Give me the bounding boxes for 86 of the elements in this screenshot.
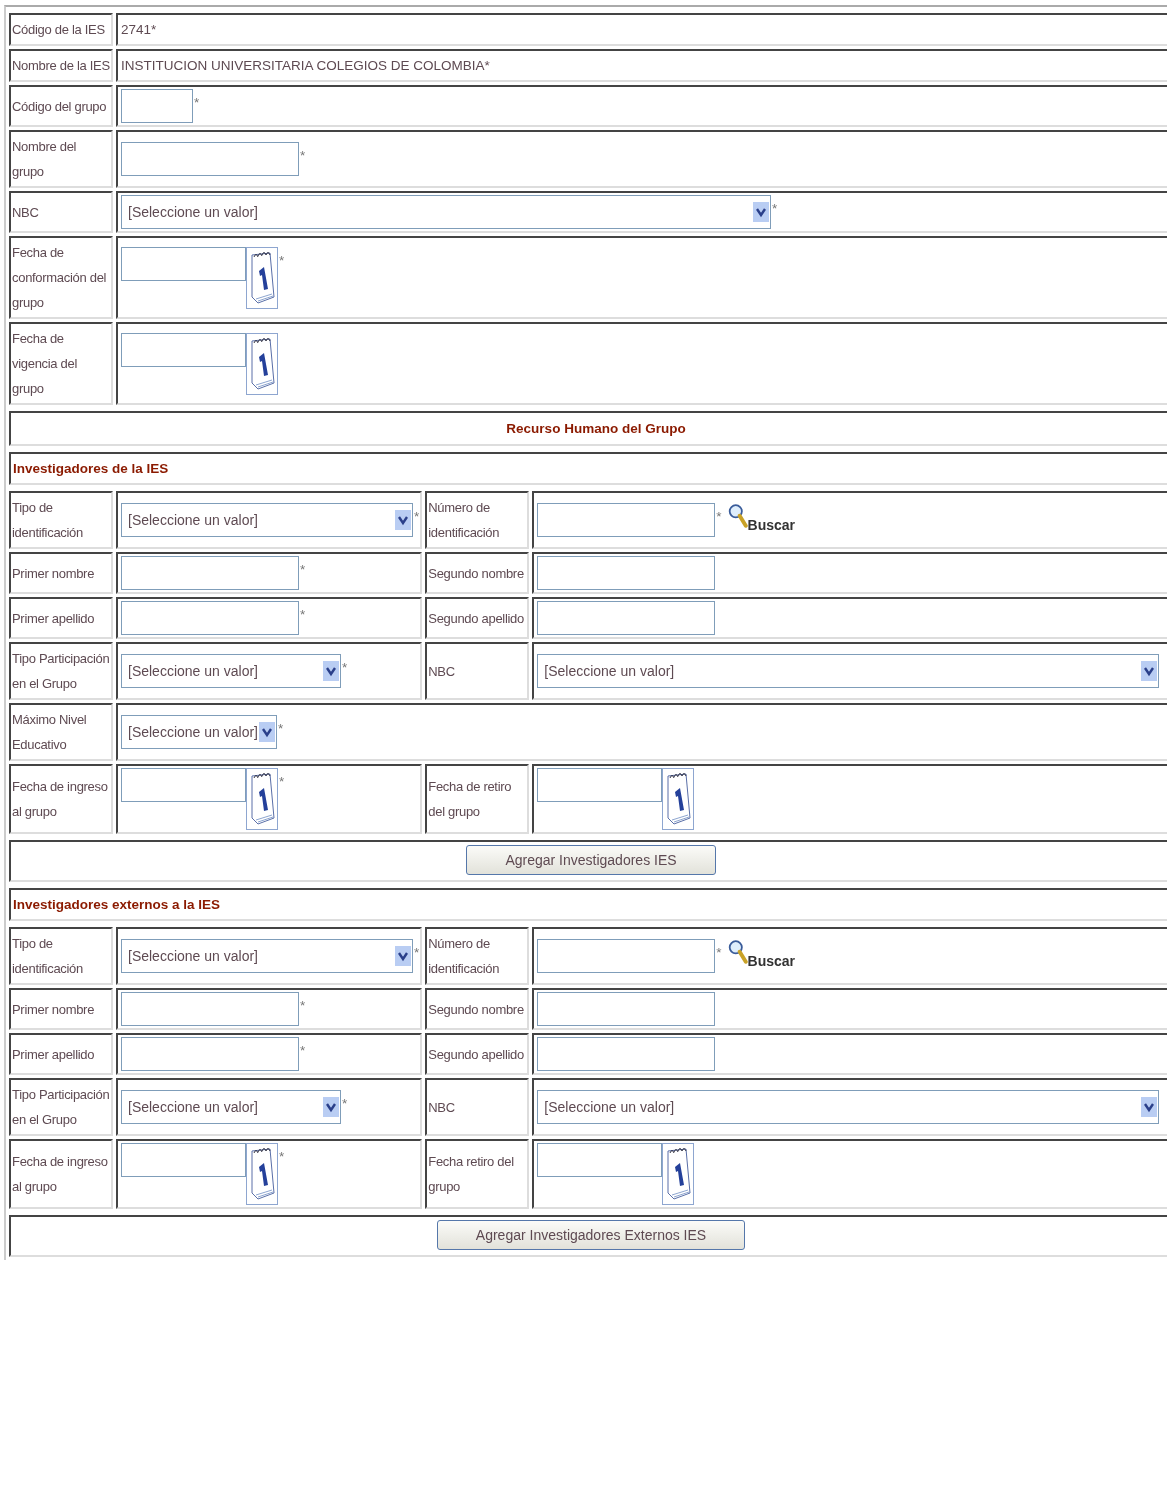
field-label: Fecha retiro del grupo [428,1153,515,1196]
field-label: Segundo apellido [428,1045,525,1064]
calendar-icon[interactable] [246,768,278,830]
required-mark: * [278,1148,285,1166]
field-label: NBC [12,203,40,222]
input-field[interactable] [121,556,299,590]
date-field[interactable] [121,332,246,367]
field-label: Primer nombre [12,1000,96,1019]
field-label: Código del grupo [12,97,108,116]
field-value: 2741* [121,21,157,39]
field-label: Tipo de identificación [12,499,84,542]
input-field[interactable] [121,89,193,123]
field-label: Máximo Nivel Educativo [12,711,88,754]
field-label: Tipo Participación en el Grupo [12,1086,110,1129]
select-field[interactable]: [Seleccione un valor] [121,503,413,537]
select-field[interactable]: [Seleccione un valor] [121,654,341,688]
select-field[interactable]: [Seleccione un valor] [121,195,771,229]
field-value: INSTITUCION UNIVERSITARIA COLEGIOS DE COLOMBIA* [121,57,490,75]
field-label: Primer apellido [12,609,96,628]
field-label: Segundo apellido [428,609,525,628]
select-field[interactable]: [Seleccione un valor] [537,1090,1160,1124]
input-field[interactable] [537,502,716,537]
select-field[interactable]: [Seleccione un valor] [121,1090,341,1124]
required-mark: * [278,251,285,270]
field-label: Fecha de vigencia del grupo [12,330,79,398]
select-field[interactable]: [Seleccione un valor] [537,654,1160,688]
required-mark: * [277,720,284,738]
required-mark: * [299,561,306,579]
field-label: Número de identificación [428,935,501,978]
select-field[interactable]: [Seleccione un valor] [121,939,413,973]
add-button[interactable]: Agregar Investigadores Externos IES [436,1220,746,1250]
field-label: NBC [428,1098,456,1117]
field-label: Nombre del grupo [12,138,78,181]
field-label: Número de identificación [428,499,501,542]
input-field[interactable] [121,142,299,176]
required-mark: * [193,94,200,112]
add-button[interactable]: Agregar Investigadores IES [466,845,716,875]
calendar-icon[interactable] [246,246,278,309]
field-label: Fecha de ingreso al grupo [12,778,109,821]
input-field[interactable] [121,601,299,635]
date-field[interactable] [537,1143,663,1177]
calendar-icon[interactable] [662,768,695,830]
required-mark: * [299,997,306,1015]
date-field[interactable] [537,768,663,802]
required-mark: * [341,1095,348,1113]
calendar-icon[interactable] [246,1143,278,1205]
field-label: Tipo Participación en el Grupo [12,650,110,693]
required-mark: * [413,508,420,526]
group-title: Investigadores de la IES [13,461,169,476]
field-label: Segundo nombre [428,564,525,583]
input-field[interactable] [537,556,716,590]
field-label: Segundo nombre [428,1000,525,1019]
field-label: Primer nombre [12,564,96,583]
field-label: Tipo de identificación [12,935,84,978]
required-mark: * [299,1042,306,1060]
required-mark: * [771,200,778,218]
field-label: Fecha de ingreso al grupo [12,1153,109,1196]
date-field[interactable] [121,1143,246,1177]
field-label: NBC [428,662,456,681]
required-mark: * [299,606,306,624]
field-label: Fecha de retiro del grupo [428,778,513,821]
field-label: Fecha de conformación del grupo [12,244,108,312]
required-mark: * [715,507,722,526]
required-mark: * [299,147,306,165]
field-label: Código de la IES [12,21,106,39]
input-field[interactable] [121,1037,299,1071]
input-field[interactable] [537,938,716,973]
field-label: Nombre de la IES [12,57,110,75]
date-field[interactable] [121,246,246,281]
search-link[interactable]: Buscar [747,512,795,538]
group-title: Investigadores externos a la IES [13,897,221,912]
required-mark: * [715,943,722,962]
input-field[interactable] [537,1037,716,1071]
search-link[interactable]: Buscar [747,948,795,974]
required-mark: * [413,944,420,962]
required-mark: * [278,773,285,791]
input-field[interactable] [537,992,716,1026]
field-label: Primer apellido [12,1045,96,1064]
calendar-icon[interactable] [246,332,278,395]
date-field[interactable] [121,768,246,802]
select-field[interactable]: [Seleccione un valor] [121,715,277,749]
section-title: Recurso Humano del Grupo [506,421,686,436]
calendar-icon[interactable] [662,1143,695,1205]
input-field[interactable] [121,992,299,1026]
input-field[interactable] [537,601,716,635]
required-mark: * [341,659,348,677]
